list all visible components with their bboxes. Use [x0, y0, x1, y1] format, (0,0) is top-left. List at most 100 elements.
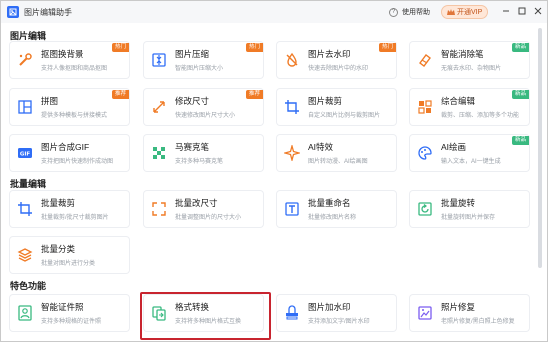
card-name: 图片合成GIF — [41, 142, 90, 152]
crown-icon — [447, 9, 455, 15]
card-add-watermark[interactable]: 图片加水印 支持添加文字/图片水印 — [277, 295, 396, 331]
card-name: 修改尺寸 — [175, 96, 210, 106]
card-gif[interactable]: GIF 图片合成GIF 支持把图片快速制作成动图 — [10, 135, 129, 171]
card-name: 抠图换背景 — [41, 49, 84, 59]
card-format-convert[interactable]: 格式转换 支持将多种图片格式互换 — [144, 295, 263, 331]
new-badge: 新品 — [511, 90, 529, 99]
card-desc: 老照片修复/黑白照上色修复 — [441, 319, 515, 325]
card-name: AI特效 — [308, 142, 334, 152]
card-name: 智能消除笔 — [441, 49, 484, 59]
card-desc: 输入文本，AI一键生成 — [441, 159, 501, 165]
card-name: 图片裁剪 — [308, 96, 343, 106]
card-ai-effect[interactable]: AI特效 图片转动漫、AI绘画图 — [277, 135, 396, 171]
section-title-featured: 特色功能 — [10, 281, 47, 291]
card-desc: 支持添加文字/图片水印 — [308, 319, 370, 325]
card-desc: 支持把图片快速制作成动图 — [41, 159, 114, 165]
eraser-icon — [416, 51, 434, 69]
minimize-button[interactable] — [499, 4, 513, 18]
card-desc: 支持将多种图片格式互换 — [175, 319, 242, 325]
title-bar: 图片编辑助手 ? 使用帮助 开通VIP — [1, 1, 547, 23]
app-window: 图片编辑助手 ? 使用帮助 开通VIP 图片编辑 批量编辑 特色功能 抠图换背景… — [0, 0, 548, 342]
card-collage[interactable]: 拼图 提供多种模板与拼接模式 推荐 — [10, 89, 129, 125]
app-logo-icon — [7, 6, 19, 18]
card-name: 图片压缩 — [175, 49, 210, 59]
batch-crop-icon — [16, 200, 34, 218]
card-name: 批量重命名 — [308, 198, 351, 208]
card-batch-crop[interactable]: 批量裁剪 批量裁剪/批尺寸裁剪图片 — [10, 191, 129, 227]
card-name: 图片加水印 — [308, 302, 351, 312]
svg-text:GIF: GIF — [20, 152, 31, 158]
card-name: 拼图 — [41, 96, 59, 106]
card-name: 批量改尺寸 — [175, 198, 218, 208]
remove-watermark-icon — [283, 51, 301, 69]
close-icon — [534, 7, 542, 15]
card-batch-resize[interactable]: 批量改尺寸 批量调整图片的尺寸大小 — [144, 191, 263, 227]
card-cutout[interactable]: 抠图换背景 支持人像抠图和商品抠图 热门 — [10, 42, 129, 78]
card-compress[interactable]: 图片压缩 智能图片压缩大小 热门 — [144, 42, 263, 78]
card-eraser[interactable]: 智能消除笔 无痕去水印、杂物图片 新品 — [410, 42, 529, 78]
vertical-scrollbar[interactable] — [538, 28, 542, 268]
card-ai-paint[interactable]: AI绘画 输入文本，AI一键生成 新品 — [410, 135, 529, 171]
maximize-button[interactable] — [515, 4, 529, 18]
recommend-badge: 推荐 — [111, 90, 129, 99]
vip-button[interactable]: 开通VIP — [441, 5, 489, 19]
batch-resize-icon — [150, 200, 168, 218]
add-watermark-icon — [283, 304, 301, 322]
card-name: 批量分类 — [41, 244, 76, 254]
hot-badge: 热门 — [245, 43, 263, 52]
card-desc: 智能图片压缩大小 — [175, 66, 224, 72]
card-name: 图片去水印 — [308, 49, 351, 59]
id-photo-icon — [16, 304, 34, 322]
batch-rename-icon — [283, 200, 301, 218]
card-desc: 批量调整图片的尺寸大小 — [175, 215, 242, 221]
help-button[interactable]: ? 使用帮助 — [389, 6, 430, 18]
new-badge: 新品 — [511, 136, 529, 145]
card-desc: 批量修改图片名称 — [308, 215, 357, 221]
card-resize[interactable]: 修改尺寸 快速修改图片尺寸大小 推荐 — [144, 89, 263, 125]
card-remove-watermark[interactable]: 图片去水印 快速去除图片中的水印 热门 — [277, 42, 396, 78]
batch-rotate-icon — [416, 200, 434, 218]
hot-badge: 热门 — [111, 43, 129, 52]
minimize-icon — [503, 10, 509, 12]
card-name: 批量裁剪 — [41, 198, 76, 208]
card-desc: 批量旋转图片并保存 — [441, 215, 496, 221]
card-photo-repair[interactable]: 照片修复 老照片修复/黑白照上色修复 — [410, 295, 529, 331]
vip-label: 开通VIP — [457, 9, 483, 16]
card-desc: 快速修改图片尺寸大小 — [175, 113, 236, 119]
batch-sort-icon — [16, 246, 34, 264]
card-desc: 自定义图片比例与裁剪图片 — [308, 113, 381, 119]
section-title-image-edit: 图片编辑 — [10, 31, 47, 41]
resize-icon — [150, 98, 168, 116]
card-desc: 支持多种马赛克笔 — [175, 159, 224, 165]
app-title: 图片编辑助手 — [24, 8, 72, 17]
card-crop[interactable]: 图片裁剪 自定义图片比例与裁剪图片 — [277, 89, 396, 125]
card-edit[interactable]: 综合编辑 裁剪、压缩、添加等多个功能 新品 — [410, 89, 529, 125]
help-icon: ? — [389, 7, 398, 17]
section-title-batch-edit: 批量编辑 — [10, 179, 47, 189]
card-mosaic[interactable]: 马赛克笔 支持多种马赛克笔 — [144, 135, 263, 171]
close-button[interactable] — [531, 4, 545, 18]
card-desc: 支持人像抠图和商品抠图 — [41, 66, 108, 72]
card-name: 批量旋转 — [441, 198, 476, 208]
ai-paint-icon — [416, 144, 434, 162]
card-desc: 无痕去水印、杂物图片 — [441, 66, 502, 72]
crop-icon — [283, 98, 301, 116]
card-batch-rename[interactable]: 批量重命名 批量修改图片名称 — [277, 191, 396, 227]
card-desc: 快速去除图片中的水印 — [308, 66, 369, 72]
card-name: 马赛克笔 — [175, 142, 210, 152]
gif-icon: GIF — [16, 144, 34, 162]
edit-icon — [416, 98, 434, 116]
card-name: 综合编辑 — [441, 96, 476, 106]
help-label: 使用帮助 — [402, 9, 430, 16]
mosaic-icon — [150, 144, 168, 162]
convert-icon — [150, 304, 168, 322]
compress-icon — [150, 51, 168, 69]
card-batch-sort[interactable]: 批量分类 批量对图片进行分类 — [10, 237, 129, 273]
card-batch-rotate[interactable]: 批量旋转 批量旋转图片并保存 — [410, 191, 529, 227]
card-name: AI绘画 — [441, 142, 467, 152]
recommend-badge: 推荐 — [245, 90, 263, 99]
collage-icon — [16, 98, 34, 116]
card-id-photo[interactable]: 智能证件照 支持多种规格的证件照 — [10, 295, 129, 331]
maximize-icon — [518, 7, 526, 15]
cutout-icon — [16, 51, 34, 69]
